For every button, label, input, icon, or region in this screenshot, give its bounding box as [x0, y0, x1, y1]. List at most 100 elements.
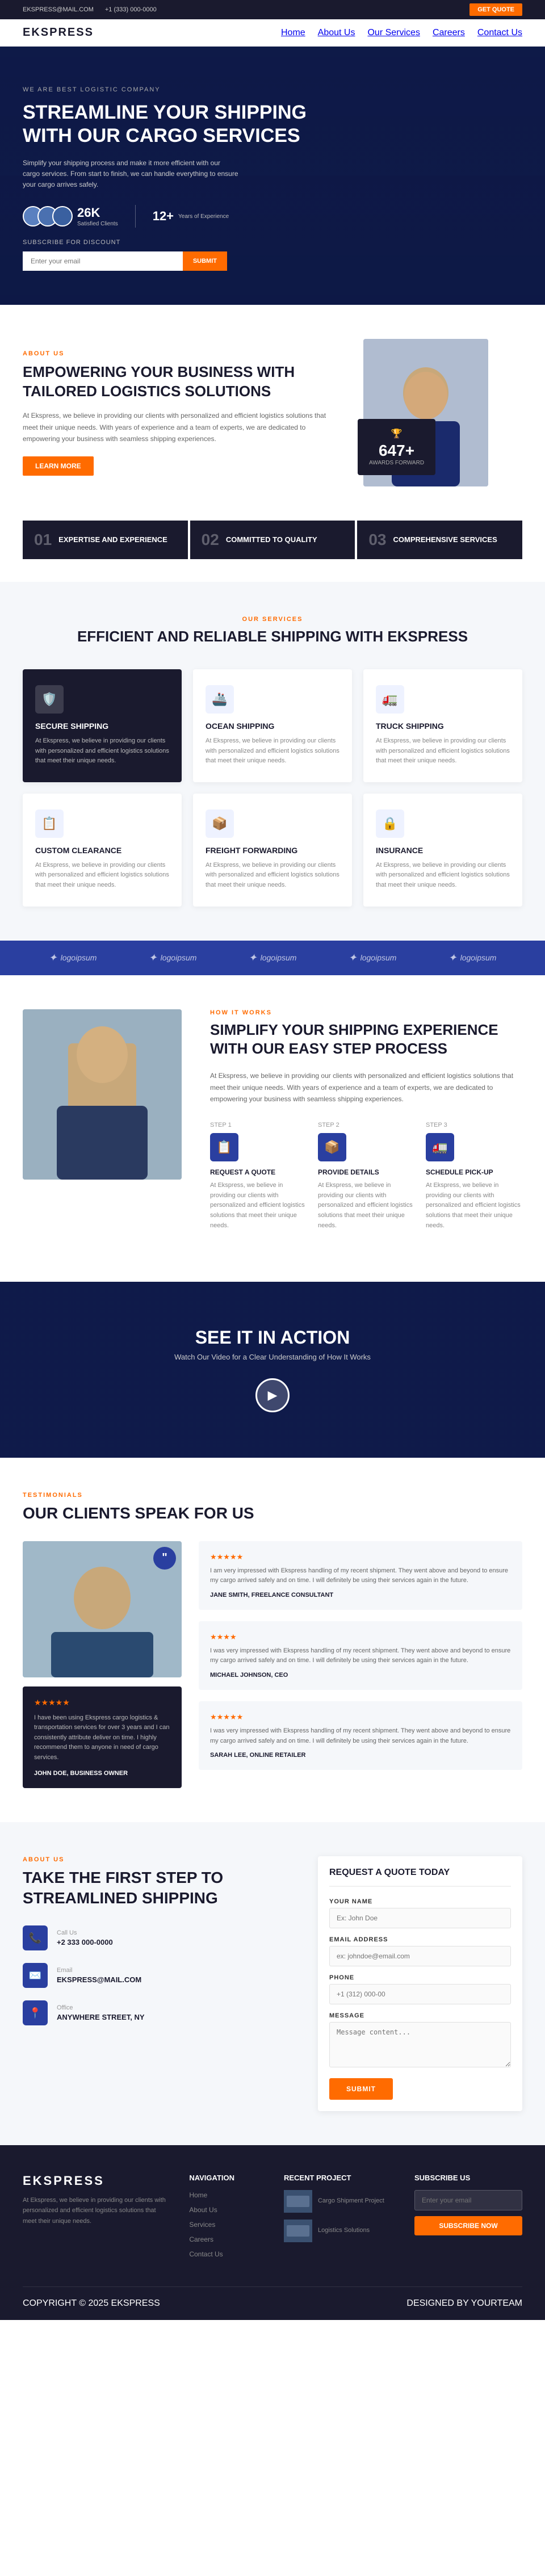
footer-subscribe-button[interactable]: SUBSCRIBE NOW — [414, 2216, 522, 2235]
badge-number: 647+ — [369, 442, 424, 460]
form-phone-label: PHONE — [329, 1974, 511, 1981]
hero-divider — [135, 205, 136, 228]
service-card-truck: 🚛 TRUCK SHIPPING At Ekspress, we believe… — [363, 669, 522, 782]
nav-contact[interactable]: Contact Us — [477, 28, 522, 38]
pillar-1: 01 EXPERTISE AND EXPERIENCE — [23, 521, 188, 559]
recent-text-1: Cargo Shipment Project — [318, 2197, 384, 2205]
hero-section: WE ARE BEST LOGISTIC COMPANY STREAMLINE … — [0, 47, 545, 305]
form-message-label: MESSAGE — [329, 2012, 511, 2019]
logos-strip: ✦ logoipsum ✦ logoipsum ✦ logoipsum ✦ lo… — [0, 941, 545, 975]
nav-home[interactable]: Home — [281, 28, 305, 38]
subscribe-button[interactable]: SUBMIT — [183, 251, 227, 271]
video-title: SEE IT IN ACTION — [23, 1327, 522, 1348]
nav-services[interactable]: Our Services — [367, 28, 420, 38]
contact-phone-item: 📞 Call Us +2 333 000-0000 — [23, 1925, 284, 1950]
service-icon-insurance: 🔒 — [376, 809, 404, 838]
location-icon: 📍 — [23, 2000, 48, 2025]
form-title: REQUEST A QUOTE TODAY — [329, 1868, 511, 1887]
service-icon-ocean: 🚢 — [206, 685, 234, 714]
footer-nav-services[interactable]: Services — [189, 2221, 215, 2229]
office-label: Office — [57, 2004, 145, 2011]
service-card-custom: 📋 CUSTOM CLEARANCE At Ekspress, we belie… — [23, 794, 182, 907]
phone-value: +2 333 000-0000 — [57, 1938, 113, 1946]
main-testimonial-author: JOHN DOE, BUSINESS OWNER — [34, 1770, 170, 1777]
services-title: EFFICIENT AND RELIABLE SHIPPING WITH EKS… — [23, 627, 522, 647]
form-email-label: EMAIL ADDRESS — [329, 1936, 511, 1943]
main-testimonial-text: I have been using Ekspress cargo logisti… — [34, 1713, 170, 1763]
navbar: EKSPRESS Home About Us Our Services Care… — [0, 19, 545, 47]
footer-recent-col: RECENT PROJECT Cargo Shipment Project Lo… — [284, 2174, 392, 2264]
service-icon-custom: 📋 — [35, 809, 64, 838]
form-phone-input[interactable] — [329, 1984, 511, 2004]
step-1: STEP 1 📋 REQUEST A QUOTE At Ekspress, we… — [210, 1122, 307, 1248]
footer-nav-careers[interactable]: Careers — [189, 2235, 213, 2243]
office-value: ANYWHERE STREET, NY — [57, 2013, 145, 2021]
step-2-icon: 📦 — [318, 1133, 346, 1161]
email-label: Email — [57, 1967, 141, 1974]
hero-description: Simplify your shipping process and make … — [23, 158, 238, 191]
how-text: HOW IT WORKS SIMPLIFY YOUR SHIPPING EXPE… — [210, 1009, 522, 1248]
hero-label: WE ARE BEST LOGISTIC COMPANY — [23, 86, 522, 93]
footer-subscribe-form: SUBSCRIBE NOW — [414, 2190, 522, 2235]
topbar-get-quote-button[interactable]: GET QUOTE — [469, 3, 522, 16]
step-2-desc: At Ekspress, we believe in providing our… — [318, 1181, 414, 1231]
testimonials-label: TESTIMONIALS — [23, 1492, 522, 1499]
footer-subscribe-title: SUBSCRIBE US — [414, 2174, 522, 2182]
service-card-secure: 🛡️ SECURE SHIPPING At Ekspress, we belie… — [23, 669, 182, 782]
about-description: At Ekspress, we believe in providing our… — [23, 410, 335, 444]
service-title-custom: CUSTOM CLEARANCE — [35, 846, 169, 855]
form-name-input[interactable] — [329, 1908, 511, 1928]
footer-recent-2: Logistics Solutions — [284, 2220, 392, 2242]
how-section: HOW IT WORKS SIMPLIFY YOUR SHIPPING EXPE… — [0, 975, 545, 1282]
nav-about[interactable]: About Us — [318, 28, 355, 38]
footer-copyright: COPYRIGHT © 2025 EKSPRESS — [23, 2298, 160, 2309]
footer-nav-about[interactable]: About Us — [189, 2206, 217, 2214]
footer-nav-title: NAVIGATION — [189, 2174, 261, 2182]
pillar-1-num: 01 — [34, 531, 52, 549]
navbar-logo: EKSPRESS — [23, 26, 94, 39]
contact-form: REQUEST A QUOTE TODAY YOUR NAME EMAIL AD… — [318, 1856, 522, 2111]
footer-nav-contact[interactable]: Contact Us — [189, 2250, 223, 2258]
service-icon-freight: 📦 — [206, 809, 234, 838]
about-image-area: 🏆 647+ AWARDS FORWARD — [363, 339, 522, 486]
testimonial-1-text: I am very impressed with Ekspress handli… — [210, 1566, 511, 1586]
subscribe-input[interactable] — [23, 251, 183, 271]
about-title: EMPOWERING YOUR BUSINESS WITH TAILORED L… — [23, 363, 335, 401]
testimonial-2-stars: ★★★★ — [210, 1633, 511, 1642]
step-2-num: STEP 2 — [318, 1122, 414, 1128]
stat-experience-num: 12+ — [153, 209, 174, 224]
recent-img-svg-2 — [284, 2220, 312, 2242]
step-1-desc: At Ekspress, we believe in providing our… — [210, 1181, 307, 1231]
video-subtitle: Watch Our Video for a Clear Understandin… — [23, 1353, 522, 1361]
learn-more-button[interactable]: LEARN MORE — [23, 456, 94, 476]
footer-recent-list: Cargo Shipment Project Logistics Solutio… — [284, 2190, 392, 2242]
play-button[interactable]: ▶ — [255, 1378, 290, 1412]
footer-subscribe-input[interactable] — [414, 2190, 522, 2210]
pillar-2-num: 02 — [202, 531, 219, 549]
testimonial-2-text: I was very impressed with Ekspress handl… — [210, 1646, 511, 1666]
form-submit-button[interactable]: SUBMIT — [329, 2078, 393, 2100]
footer-about-text: At Ekspress, we believe in providing our… — [23, 2195, 166, 2227]
service-desc-freight: At Ekspress, we believe in providing our… — [206, 861, 339, 891]
testimonials-title: OUR CLIENTS SPEAK FOR US — [23, 1503, 522, 1524]
testimonial-3-author: SARAH LEE, ONLINE RETAILER — [210, 1752, 511, 1759]
form-email-input[interactable] — [329, 1946, 511, 1966]
about-section: ABOUT US EMPOWERING YOUR BUSINESS WITH T… — [0, 305, 545, 521]
testimonial-1-author: JANE SMITH, FREELANCE CONSULTANT — [210, 1592, 511, 1599]
testimonial-3-stars: ★★★★★ — [210, 1713, 511, 1722]
how-title: SIMPLIFY YOUR SHIPPING EXPERIENCE WITH O… — [210, 1021, 522, 1059]
service-title-truck: TRUCK SHIPPING — [376, 721, 510, 731]
quote-mark: " — [153, 1547, 176, 1570]
nav-careers[interactable]: Careers — [433, 28, 465, 38]
footer-nav-home[interactable]: Home — [189, 2191, 207, 2199]
step-3: STEP 3 🚛 SCHEDULE PICK-UP At Ekspress, w… — [426, 1122, 522, 1248]
testimonials-layout: " ★★★★★ I have been using Ekspress cargo… — [23, 1541, 522, 1788]
testimonial-2-author: MICHAEL JOHNSON, CEO — [210, 1672, 511, 1679]
badge-label: AWARDS FORWARD — [369, 460, 424, 466]
how-image — [23, 1009, 182, 1180]
form-phone-group: PHONE — [329, 1974, 511, 2004]
how-label: HOW IT WORKS — [210, 1009, 522, 1016]
step-1-title: REQUEST A QUOTE — [210, 1168, 307, 1176]
form-message-input[interactable] — [329, 2022, 511, 2067]
step-3-title: SCHEDULE PICK-UP — [426, 1168, 522, 1176]
